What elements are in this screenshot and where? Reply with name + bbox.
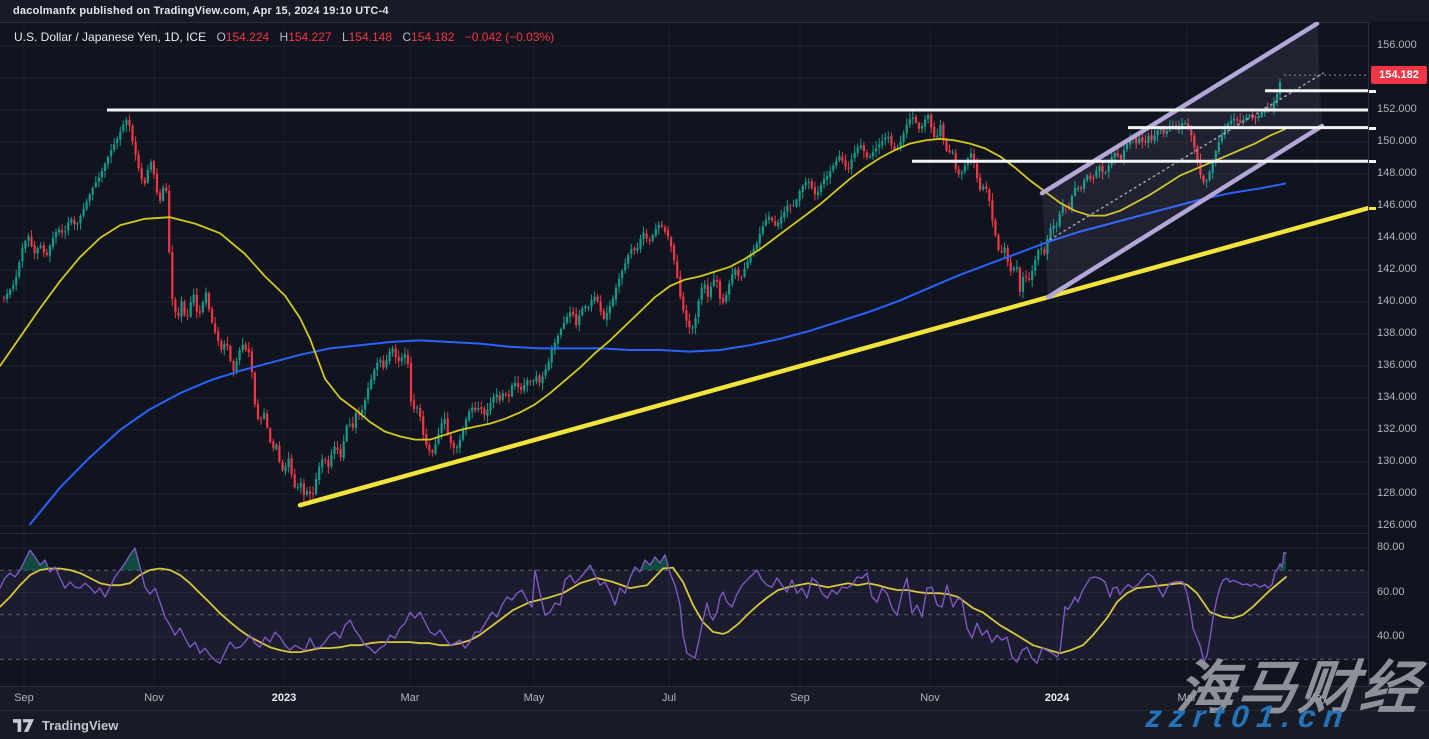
last-price-badge: 154.182 — [1371, 66, 1427, 84]
price-axis-label: 140.000 — [1377, 295, 1417, 307]
time-axis-label: Nov — [920, 692, 940, 704]
tradingview-brand-text[interactable]: TradingView — [42, 718, 118, 733]
price-axis-tick — [1369, 207, 1376, 210]
price-axis-label: 134.000 — [1377, 391, 1417, 403]
time-axis-label: Sep — [790, 692, 810, 704]
time-axis-label: Mar — [401, 692, 420, 704]
low-label: L — [342, 30, 349, 44]
price-axis-label: 156.000 — [1377, 39, 1417, 51]
change-value: −0.042 (−0.03%) — [465, 30, 554, 44]
watermark-site: zzrt01.cn — [1144, 699, 1352, 735]
rsi-axis-label: 80.00 — [1377, 541, 1405, 553]
price-scale[interactable]: 154.182 156.000 152.000 150.000 148.000 146.… — [1368, 22, 1429, 686]
time-axis-label: 2024 — [1045, 692, 1069, 704]
price-axis-label: 142.000 — [1377, 263, 1417, 275]
close-value: 154.182 — [411, 30, 454, 44]
high-label: H — [280, 30, 289, 44]
tradingview-published-chart: dacolmanfx published on TradingView.com,… — [0, 0, 1429, 739]
high-value: 154.227 — [288, 30, 331, 44]
time-axis-label: May — [524, 692, 545, 704]
price-axis-label: 126.000 — [1377, 519, 1417, 531]
price-axis-label: 146.000 — [1377, 199, 1417, 211]
price-axis-tick — [1369, 127, 1376, 130]
price-axis-label: 148.000 — [1377, 167, 1417, 179]
tradingview-logo-icon[interactable] — [13, 718, 34, 733]
time-axis-label: Jul — [662, 692, 676, 704]
symbol-legend[interactable]: U.S. Dollar / Japanese Yen, 1D, ICE O154… — [14, 30, 554, 44]
price-axis-tick — [1369, 90, 1376, 93]
low-value: 154.148 — [349, 30, 392, 44]
price-axis-label: 152.000 — [1377, 103, 1417, 115]
price-axis-label: 138.000 — [1377, 327, 1417, 339]
pane-separator[interactable] — [0, 533, 1368, 534]
time-axis-label: Nov — [144, 692, 164, 704]
rsi-axis-label: 60.00 — [1377, 586, 1405, 598]
attribution-text: dacolmanfx published on TradingView.com,… — [13, 5, 389, 17]
open-value: 154.224 — [226, 30, 269, 44]
price-axis-label: 128.000 — [1377, 487, 1417, 499]
rsi-pane[interactable] — [0, 533, 1368, 686]
symbol-title[interactable]: U.S. Dollar / Japanese Yen, 1D, ICE — [14, 30, 206, 44]
price-axis-label: 132.000 — [1377, 423, 1417, 435]
close-label: C — [402, 30, 411, 44]
price-axis-label: 136.000 — [1377, 359, 1417, 371]
main-price-pane[interactable] — [0, 22, 1368, 533]
attribution-bar: dacolmanfx published on TradingView.com,… — [0, 0, 1429, 23]
open-label: O — [216, 30, 225, 44]
time-axis-label: 2023 — [272, 692, 296, 704]
price-axis-label: 144.000 — [1377, 231, 1417, 243]
price-axis-label: 150.000 — [1377, 135, 1417, 147]
price-axis-tick — [1369, 160, 1376, 163]
time-axis-label: Sep — [14, 692, 34, 704]
price-axis-label: 130.000 — [1377, 455, 1417, 467]
